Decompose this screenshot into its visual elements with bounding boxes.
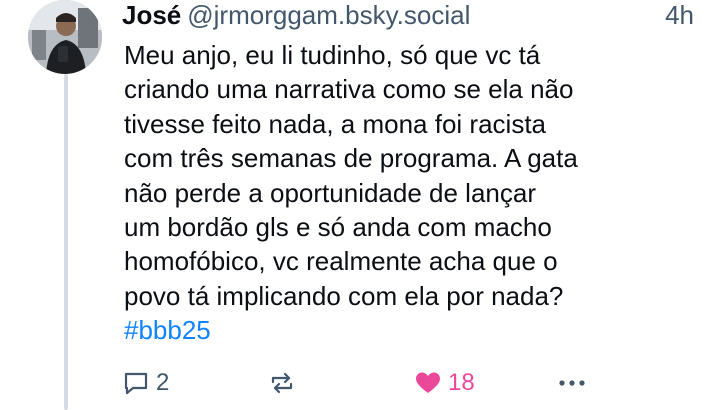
reply-icon — [124, 372, 148, 395]
author-display-name[interactable]: José — [122, 0, 181, 30]
post-header: José @jrmorggam.bsky.social — [122, 0, 702, 30]
hashtag-link[interactable]: #bbb25 — [124, 313, 211, 347]
post-text-line: homofóbico, vc realmente acha que o — [124, 246, 558, 277]
post: José @jrmorggam.bsky.social 4h Meu anjo, … — [0, 0, 720, 410]
post-text-line: com três semanas de programa. A gata — [124, 143, 578, 174]
more-options-button[interactable] — [556, 366, 588, 400]
post-text-line: um bordão gls e só anda com macho — [124, 212, 552, 243]
reply-count: 2 — [156, 369, 170, 396]
like-button[interactable]: 18 — [414, 366, 475, 400]
post-text-line: tivesse feito nada, a mona foi racista — [124, 108, 547, 139]
avatar-image — [28, 0, 102, 74]
thread-line — [64, 74, 68, 410]
post-text-line: não perde a oportunidade de lançar — [124, 177, 536, 208]
avatar[interactable] — [28, 0, 102, 74]
author-handle[interactable]: @jrmorggam.bsky.social — [187, 0, 470, 30]
like-count: 18 — [448, 369, 475, 396]
reply-button[interactable]: 2 — [122, 366, 169, 400]
post-text: Meu anjo, eu li tudinho, só que vc tá cr… — [124, 38, 704, 348]
post-text-line: criando uma narrativa como se ela não — [124, 74, 574, 105]
repost-button[interactable] — [268, 366, 296, 400]
post-actions: 2 18 — [0, 366, 720, 400]
repost-icon — [271, 372, 293, 394]
more-icon — [559, 380, 585, 386]
post-timestamp[interactable]: 4h — [665, 0, 694, 30]
post-text-line: povo tá implicando com ela por nada? — [124, 280, 564, 311]
post-text-line: Meu anjo, eu li tudinho, só que vc tá — [124, 40, 541, 70]
heart-icon — [416, 372, 440, 393]
